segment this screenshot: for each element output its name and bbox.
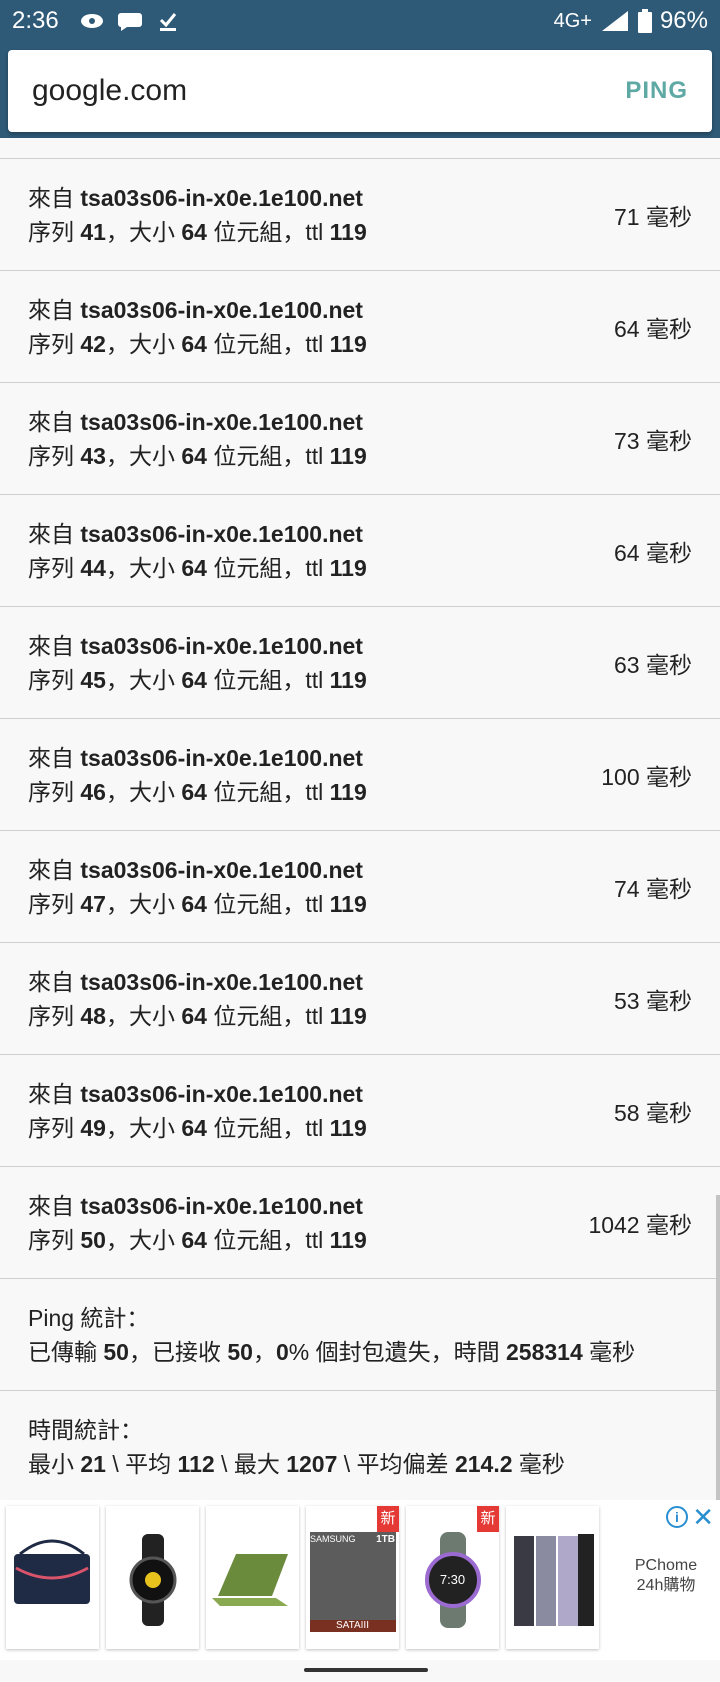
ad-product-ssd[interactable]: SAMSUNG 1TB SATAIII 新 (306, 1506, 399, 1649)
ping-reply-row: 來自 tsa03s06-in-x0e.1e100.net 序列 47，大小 64… (0, 831, 720, 943)
reply-time: 100 毫秒 (601, 763, 692, 790)
scrollbar[interactable] (716, 1195, 720, 1505)
download-done-icon (159, 13, 176, 31)
navigation-bar (0, 1660, 720, 1682)
ping-reply-row: 來自 tsa03s06-in-x0e.1e100.net 序列 42，大小 64… (0, 271, 720, 383)
smartphone-icon (514, 1534, 594, 1626)
ad-brand[interactable]: PChome 24h購物 (612, 1556, 720, 1596)
chat-icon (117, 13, 142, 31)
ad-banner[interactable]: SAMSUNG 1TB SATAIII 新 7:30 新 i ✕ PChome … (0, 1500, 720, 1660)
ping-reply-row: 來自 tsa03s06-in-x0e.1e100.net 序列 49，大小 64… (0, 1055, 720, 1167)
host-input[interactable]: google.com (32, 74, 625, 108)
ad-product-phone[interactable] (506, 1506, 599, 1649)
ping-reply-row: 來自 tsa03s06-in-x0e.1e100.net 序列 48，大小 64… (0, 943, 720, 1055)
ssd-capacity: 1TB (376, 1534, 395, 1545)
reply-time: 64 毫秒 (614, 539, 692, 566)
ad-product-watch[interactable] (106, 1506, 199, 1649)
host-search-box: google.com PING (8, 50, 712, 132)
time-stats-title: 時間統計： (28, 1417, 143, 1443)
reply-time: 71 毫秒 (614, 203, 692, 230)
bag-icon (14, 1539, 90, 1604)
ping-results-list[interactable]: 來自 tsa03s06-in-x0e.1e100.net 序列 41，大小 64… (0, 158, 720, 1503)
ping-reply-row: 來自 tsa03s06-in-x0e.1e100.net 序列 43，大小 64… (0, 383, 720, 495)
home-gesture-handle[interactable] (304, 1668, 428, 1672)
reply-time: 53 毫秒 (614, 987, 692, 1014)
ad-info-icon[interactable]: i (666, 1506, 688, 1528)
reply-time: 63 毫秒 (614, 651, 692, 678)
new-tag: 新 (377, 1506, 399, 1532)
reply-time: 74 毫秒 (614, 875, 692, 902)
network-type: 4G+ (553, 9, 592, 32)
ad-close-icon[interactable]: ✕ (692, 1502, 714, 1533)
ping-reply-row: 來自 tsa03s06-in-x0e.1e100.net 序列 45，大小 64… (0, 607, 720, 719)
ssd-interface: SATAIII (336, 1620, 369, 1631)
ad-product-bag[interactable] (6, 1506, 99, 1649)
smartwatch-icon (129, 1534, 177, 1626)
battery-level: 96% (659, 7, 708, 34)
reply-time: 1042 毫秒 (588, 1211, 692, 1238)
reply-time: 64 毫秒 (614, 315, 692, 342)
ping-reply-row: 來自 tsa03s06-in-x0e.1e100.net 序列 44，大小 64… (0, 495, 720, 607)
reply-time: 58 毫秒 (614, 1099, 692, 1126)
app-bar: google.com PING (0, 42, 720, 138)
cloud-eye-icon (80, 14, 103, 28)
ping-reply-row: 來自 tsa03s06-in-x0e.1e100.net 序列 50，大小 64… (0, 1167, 720, 1279)
ping-reply-row: 來自 tsa03s06-in-x0e.1e100.net 序列 41，大小 64… (0, 159, 720, 271)
ping-reply-row: 來自 tsa03s06-in-x0e.1e100.net 序列 46，大小 64… (0, 719, 720, 831)
battery-icon (637, 9, 652, 33)
reply-time: 73 毫秒 (614, 427, 692, 454)
ping-button[interactable]: PING (625, 77, 688, 105)
ad-product-laptop[interactable] (206, 1506, 299, 1649)
ping-stats-title: Ping 統計： (28, 1305, 150, 1331)
ssd-brand: SAMSUNG (310, 1534, 356, 1544)
ad-product-watch2[interactable]: 7:30 新 (406, 1506, 499, 1649)
time-statistics: 時間統計： 最小 21 \ 平均 112 \ 最大 1207 \ 平均偏差 21… (0, 1391, 720, 1503)
signal-icon (601, 11, 628, 31)
status-time: 2:36 (12, 7, 59, 34)
watch-face-time: 7:30 (439, 1572, 466, 1587)
laptop-icon (212, 1554, 288, 1606)
new-tag: 新 (477, 1506, 499, 1532)
status-bar: 2:36 4G+ 96% (0, 0, 720, 42)
ping-statistics: Ping 統計： 已傳輸 50，已接收 50，0% 個封包遺失，時間 25831… (0, 1279, 720, 1391)
